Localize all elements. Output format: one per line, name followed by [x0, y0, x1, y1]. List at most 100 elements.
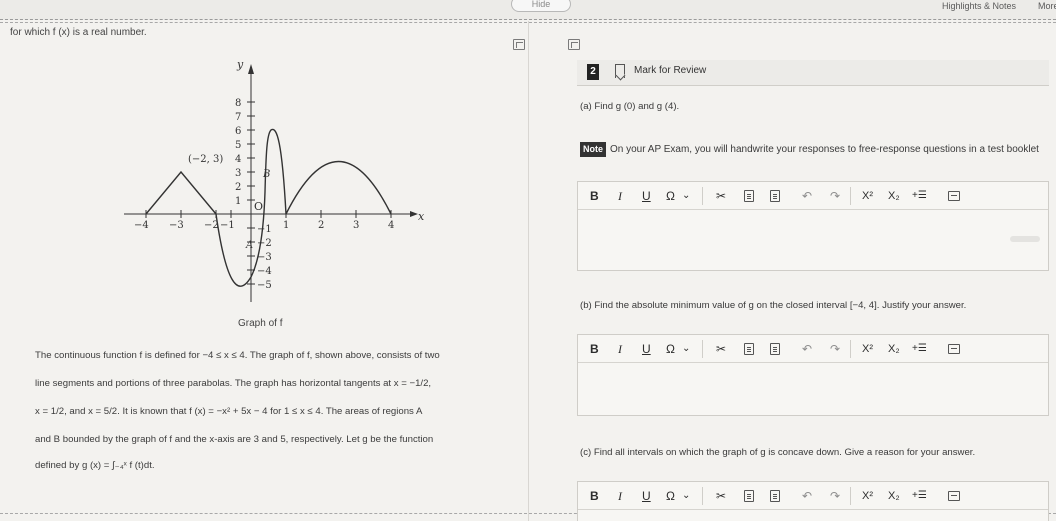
- scrollbar-thumb[interactable]: [1010, 236, 1040, 242]
- redo-icon[interactable]: ↷: [830, 189, 840, 203]
- expand-right-icon[interactable]: [568, 39, 580, 50]
- chevron-down-icon[interactable]: ⌄: [682, 489, 690, 503]
- region-a-label: A: [245, 240, 253, 251]
- toolbar-divider: [702, 187, 703, 205]
- copy-icon[interactable]: [744, 190, 754, 202]
- superscript-button[interactable]: X²: [862, 189, 873, 203]
- point-label: (−2, 3): [188, 154, 223, 165]
- chevron-down-icon[interactable]: ⌄: [682, 189, 690, 203]
- toolbar-divider: [850, 187, 851, 205]
- highlights-notes-link[interactable]: Highlights & Notes: [942, 1, 1016, 11]
- italic-button[interactable]: I: [618, 189, 622, 203]
- italic-button[interactable]: I: [618, 342, 622, 356]
- stem-intro: for which f (x) is a real number.: [10, 27, 147, 38]
- underline-button[interactable]: U: [642, 189, 651, 203]
- redo-icon[interactable]: ↷: [830, 342, 840, 356]
- paste-icon[interactable]: [770, 190, 780, 202]
- subscript-button[interactable]: X₂: [888, 489, 900, 503]
- cut-icon[interactable]: ✂: [716, 342, 726, 356]
- paste-icon[interactable]: [770, 490, 780, 502]
- stem-text-line: and B bounded by the graph of f and the …: [35, 434, 434, 445]
- x-tick-label: 4: [388, 220, 394, 231]
- special-char-button[interactable]: Ω: [666, 342, 675, 356]
- question-header: 2 Mark for Review: [577, 60, 1049, 86]
- superscript-button[interactable]: X²: [862, 489, 873, 503]
- y-tick-label: 1: [235, 196, 241, 207]
- y-tick-label: 6: [235, 126, 241, 137]
- expand-left-icon[interactable]: [513, 39, 525, 50]
- response-textarea[interactable]: [578, 210, 1048, 270]
- more-link[interactable]: More: [1038, 1, 1056, 11]
- y-tick-label: −5: [257, 280, 272, 291]
- stem-text-line: defined by g (x) = ∫₋₄ˣ f (t)dt.: [35, 460, 155, 471]
- stem-text-line: x = 1/2, and x = 5/2. It is known that f…: [35, 406, 423, 417]
- y-tick-label: −1: [257, 224, 272, 235]
- copy-icon[interactable]: [744, 490, 754, 502]
- underline-button[interactable]: U: [642, 489, 651, 503]
- stem-text-line: line segments and portions of three para…: [35, 378, 432, 389]
- chevron-down-icon[interactable]: ⌄: [682, 342, 690, 356]
- bold-button[interactable]: B: [590, 342, 599, 356]
- image-icon[interactable]: [948, 191, 960, 201]
- insert-equation-icon[interactable]: +☰: [912, 489, 927, 503]
- special-char-button[interactable]: Ω: [666, 189, 675, 203]
- question-number: 2: [587, 64, 599, 80]
- subscript-button[interactable]: X₂: [888, 189, 900, 203]
- insert-equation-icon[interactable]: +☰: [912, 342, 927, 356]
- y-tick-label: −4: [257, 266, 272, 277]
- cut-icon[interactable]: ✂: [716, 189, 726, 203]
- response-editor-b: B I U Ω ⌄ ✂ ↶ ↷ X² X₂ +☰: [577, 334, 1049, 416]
- superscript-button[interactable]: X²: [862, 342, 873, 356]
- response-editor-c: B I U Ω ⌄ ✂ ↶ ↷ X² X₂ +☰: [577, 481, 1049, 521]
- y-tick-label: 4: [235, 154, 241, 165]
- undo-icon[interactable]: ↶: [802, 342, 812, 356]
- pane-divider[interactable]: [528, 21, 529, 521]
- image-icon[interactable]: [948, 344, 960, 354]
- x-tick-label: −1: [220, 220, 235, 231]
- y-tick-label: 7: [235, 112, 241, 123]
- graph-caption: Graph of f: [238, 318, 283, 329]
- undo-icon[interactable]: ↶: [802, 489, 812, 503]
- redo-icon[interactable]: ↷: [830, 489, 840, 503]
- bold-button[interactable]: B: [590, 189, 599, 203]
- y-tick-label: 3: [235, 168, 241, 179]
- x-tick-label: 1: [283, 220, 289, 231]
- toolbar-divider: [702, 487, 703, 505]
- x-tick-label: −4: [134, 220, 149, 231]
- parabola-c: [285, 160, 392, 215]
- y-tick-label: 8: [235, 98, 241, 109]
- copy-icon[interactable]: [744, 343, 754, 355]
- top-bar: Hide Highlights & Notes More: [0, 0, 1056, 20]
- special-char-button[interactable]: Ω: [666, 489, 675, 503]
- origin-label: O: [254, 200, 263, 213]
- editor-toolbar: B I U Ω ⌄ ✂ ↶ ↷ X² X₂ +☰: [578, 335, 1048, 363]
- mark-for-review-label[interactable]: Mark for Review: [634, 65, 706, 76]
- italic-button[interactable]: I: [618, 489, 622, 503]
- x-tick-label: 2: [318, 220, 324, 231]
- x-axis-label: x: [418, 210, 425, 223]
- x-axis-arrow-icon: [410, 211, 418, 217]
- part-b-prompt: (b) Find the absolute minimum value of g…: [580, 300, 967, 311]
- y-axis-label: y: [236, 58, 244, 71]
- image-icon[interactable]: [948, 491, 960, 501]
- hide-button[interactable]: Hide: [511, 0, 571, 12]
- note-block: Note On your AP Exam, you will handwrite …: [580, 142, 1050, 157]
- underline-button[interactable]: U: [642, 342, 651, 356]
- editor-toolbar: B I U Ω ⌄ ✂ ↶ ↷ X² X₂ +☰: [578, 182, 1048, 210]
- x-tick-label: −3: [169, 220, 184, 231]
- bookmark-icon[interactable]: [615, 64, 625, 78]
- undo-icon[interactable]: ↶: [802, 189, 812, 203]
- subscript-button[interactable]: X₂: [888, 342, 900, 356]
- stem-text-line: The continuous function f is defined for…: [35, 350, 440, 361]
- response-textarea[interactable]: [578, 363, 1048, 415]
- bold-button[interactable]: B: [590, 489, 599, 503]
- cut-icon[interactable]: ✂: [716, 489, 726, 503]
- y-tick-label: 2: [235, 182, 241, 193]
- response-editor-a: B I U Ω ⌄ ✂ ↶ ↷ X² X₂ +☰: [577, 181, 1049, 271]
- note-text: On your AP Exam, you will handwrite your…: [610, 144, 1039, 155]
- insert-equation-icon[interactable]: +☰: [912, 189, 927, 203]
- toolbar-divider: [850, 487, 851, 505]
- paste-icon[interactable]: [770, 343, 780, 355]
- y-axis-arrow-icon: [248, 64, 254, 74]
- y-tick-label: 5: [235, 140, 241, 151]
